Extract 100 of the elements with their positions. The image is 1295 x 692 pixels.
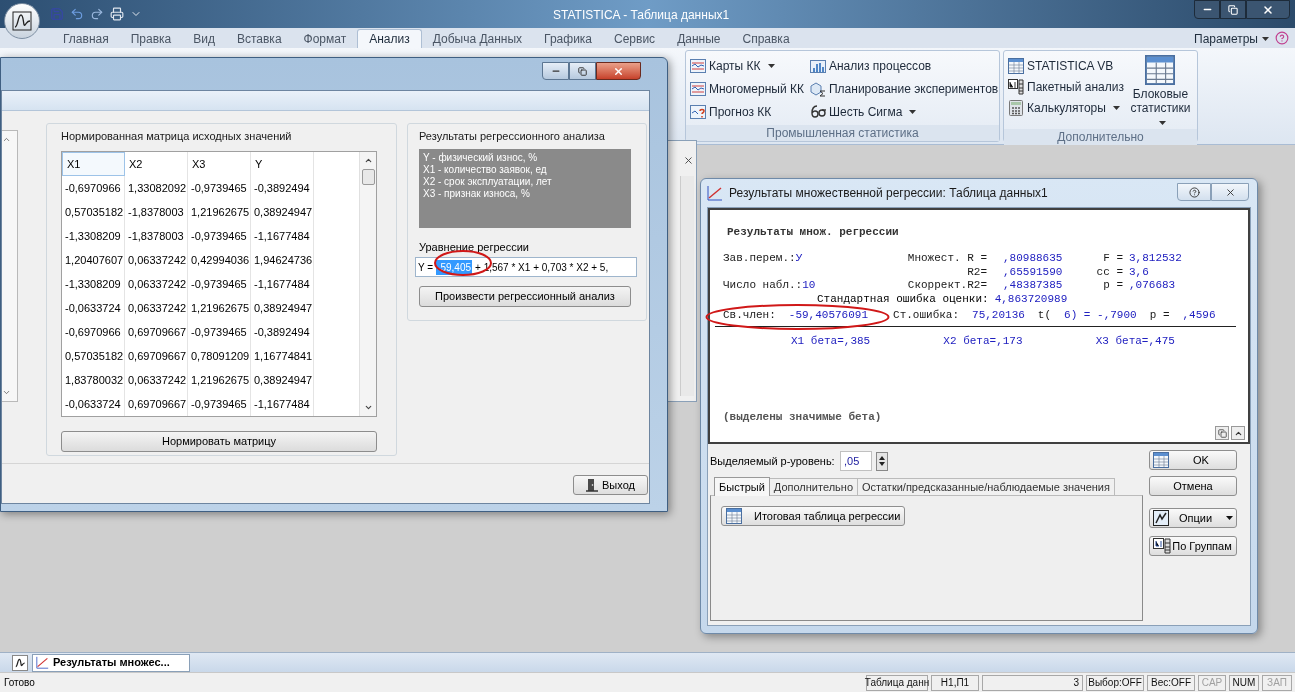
variable-description: X1 - количество заявок, ед bbox=[423, 164, 548, 176]
exit-button[interactable]: Выход bbox=[573, 475, 648, 495]
ribbon-button[interactable]: Планирование экспериментов bbox=[809, 78, 999, 100]
window-icon-button[interactable] bbox=[12, 654, 28, 671]
stat-label: p = bbox=[1102, 279, 1123, 293]
table-cell: -0,6970966 bbox=[62, 320, 125, 344]
window-title: STATISTICA - Таблица данных1 bbox=[553, 7, 730, 24]
table-cell: -1,8378003 bbox=[125, 200, 188, 224]
table-cell: 0,06337242 bbox=[125, 368, 188, 392]
chart-question-icon bbox=[690, 104, 706, 121]
ribbon-button[interactable]: Пакетный анализ bbox=[1008, 76, 1124, 97]
cancel-button[interactable]: Отмена bbox=[1149, 476, 1237, 496]
stat-label: cc = bbox=[1095, 265, 1123, 279]
table-cell: 0,57035182 bbox=[62, 344, 125, 368]
stat-value: ,076683 bbox=[1129, 279, 1176, 293]
stat-value: 3,6 bbox=[1129, 265, 1149, 279]
table-cell: 0,42994036 bbox=[188, 248, 251, 272]
note-text: (выделены значимые бета) bbox=[723, 411, 882, 424]
field-label: Уравнение регрессии bbox=[419, 240, 530, 254]
ribbon-button[interactable]: Карты КК bbox=[690, 55, 804, 76]
stat-value: 3,812532 bbox=[1129, 252, 1182, 266]
stat-label: Ст.ошибка: bbox=[893, 308, 960, 322]
ribbon-button[interactable]: Калькуляторы bbox=[1008, 97, 1124, 118]
status-panel: 3 bbox=[982, 674, 1083, 691]
stat-label: Зав.перем.: bbox=[723, 252, 796, 266]
restore-button[interactable] bbox=[1220, 0, 1246, 19]
ribbon-tab[interactable]: Правка bbox=[119, 29, 183, 48]
dialog-title: Результаты множественной регрессии: Таблица данных1 bbox=[729, 185, 1048, 202]
variable-description: X2 - срок эксплуатации, лет bbox=[423, 176, 553, 188]
ribbon-tab[interactable]: Главная bbox=[52, 29, 120, 48]
minimize-button[interactable] bbox=[1194, 0, 1220, 19]
status-panel: NUM bbox=[1229, 674, 1259, 691]
scroll-up-icon[interactable] bbox=[363, 156, 373, 165]
caret-icon bbox=[1112, 105, 1120, 110]
ribbon-tab[interactable]: Графика bbox=[533, 29, 604, 48]
table-cell: 0,69709667 bbox=[125, 320, 188, 344]
stat-value: ,65591590 bbox=[1003, 265, 1064, 279]
ribbon-button[interactable]: Прогноз КК bbox=[690, 101, 804, 123]
group-label: Промышленная статистика bbox=[686, 125, 999, 141]
close-button[interactable] bbox=[1246, 0, 1290, 19]
scrollbar[interactable] bbox=[359, 152, 376, 416]
column-header[interactable]: X2 bbox=[125, 152, 188, 176]
ribbon-tab[interactable]: Вид bbox=[182, 29, 226, 48]
dialog-button[interactable]: OK bbox=[1149, 450, 1237, 470]
group-label: Дополнительно bbox=[1004, 129, 1197, 145]
spin-button[interactable] bbox=[876, 451, 888, 471]
caret-icon bbox=[1226, 516, 1233, 520]
chart-logo-icon bbox=[12, 11, 32, 31]
p-level-field[interactable]: ,05 bbox=[840, 451, 872, 471]
ribbon-button[interactable]: Анализ процессов bbox=[809, 55, 999, 76]
restore-icon bbox=[1228, 4, 1238, 15]
stat-value: У bbox=[795, 252, 803, 266]
table-cell: 0,06337242 bbox=[125, 296, 188, 320]
arrow-down-icon bbox=[879, 462, 885, 466]
ribbon-button[interactable]: STATISTICA VB bbox=[1008, 55, 1124, 76]
print-icon[interactable] bbox=[110, 7, 124, 21]
stat-label: p = bbox=[1149, 308, 1170, 322]
summary-table-button[interactable]: Итоговая таблица регрессии bbox=[721, 506, 906, 526]
scroll-down-icon[interactable] bbox=[2, 388, 11, 397]
table-cell: -0,3892494 bbox=[251, 320, 314, 344]
ribbon-tab[interactable]: Сервис bbox=[603, 29, 667, 48]
column-header[interactable]: X1 bbox=[62, 152, 125, 176]
ribbon-tab[interactable]: Данные bbox=[666, 29, 732, 48]
ribbon-button[interactable]: Шесть Сигма bbox=[809, 101, 999, 123]
close-icon bbox=[613, 65, 624, 77]
scroll-thumb[interactable] bbox=[361, 169, 375, 185]
ribbon-tab[interactable]: Анализ bbox=[357, 29, 422, 48]
redo-icon[interactable] bbox=[90, 7, 104, 21]
ribbon-tab[interactable]: Справка bbox=[731, 29, 801, 48]
app-menu-button[interactable] bbox=[4, 3, 40, 39]
options-menu[interactable]: Параметры bbox=[1194, 30, 1269, 48]
document-tab[interactable]: Результаты множес... bbox=[32, 653, 190, 672]
minimize-button[interactable] bbox=[542, 62, 569, 80]
table-cell: 1,21962675 bbox=[188, 368, 251, 392]
ribbon-tab[interactable]: Вставка bbox=[225, 29, 293, 48]
normalize-button[interactable]: Нормировать матрицу bbox=[61, 431, 377, 452]
ribbon-button[interactable]: Многомерный КК bbox=[690, 78, 804, 100]
scroll-down-icon[interactable] bbox=[363, 403, 373, 412]
help-icon bbox=[1188, 186, 1200, 198]
by-group-icon bbox=[1153, 538, 1171, 554]
expand-button[interactable] bbox=[1231, 426, 1245, 440]
dialog-button[interactable]: По Группам bbox=[1149, 536, 1237, 556]
column-header[interactable]: X3 bbox=[188, 152, 251, 176]
help-button[interactable] bbox=[1177, 183, 1211, 201]
close-button[interactable] bbox=[596, 62, 641, 80]
close-icon[interactable] bbox=[683, 155, 694, 166]
maximize-button[interactable] bbox=[569, 62, 596, 80]
dialog-tab[interactable]: Быстрый bbox=[714, 477, 770, 496]
options-button[interactable]: Опции bbox=[1149, 508, 1237, 528]
help-icon[interactable] bbox=[1275, 31, 1289, 45]
stat-label: R2= bbox=[966, 265, 987, 279]
undo-icon[interactable] bbox=[70, 7, 84, 21]
run-regression-button[interactable]: Произвести регрессионный анализ bbox=[419, 286, 631, 307]
ribbon-tab[interactable]: Формат bbox=[292, 29, 358, 48]
status-panel: Выбор:OFF bbox=[1086, 674, 1144, 691]
large-ribbon-button[interactable]: Блоковые статистики bbox=[1127, 55, 1193, 129]
ribbon-tab[interactable]: Добыча Данных bbox=[421, 29, 534, 48]
picture-icon bbox=[1153, 510, 1169, 526]
column-header[interactable]: Y bbox=[251, 152, 314, 176]
table-icon bbox=[1153, 452, 1169, 468]
